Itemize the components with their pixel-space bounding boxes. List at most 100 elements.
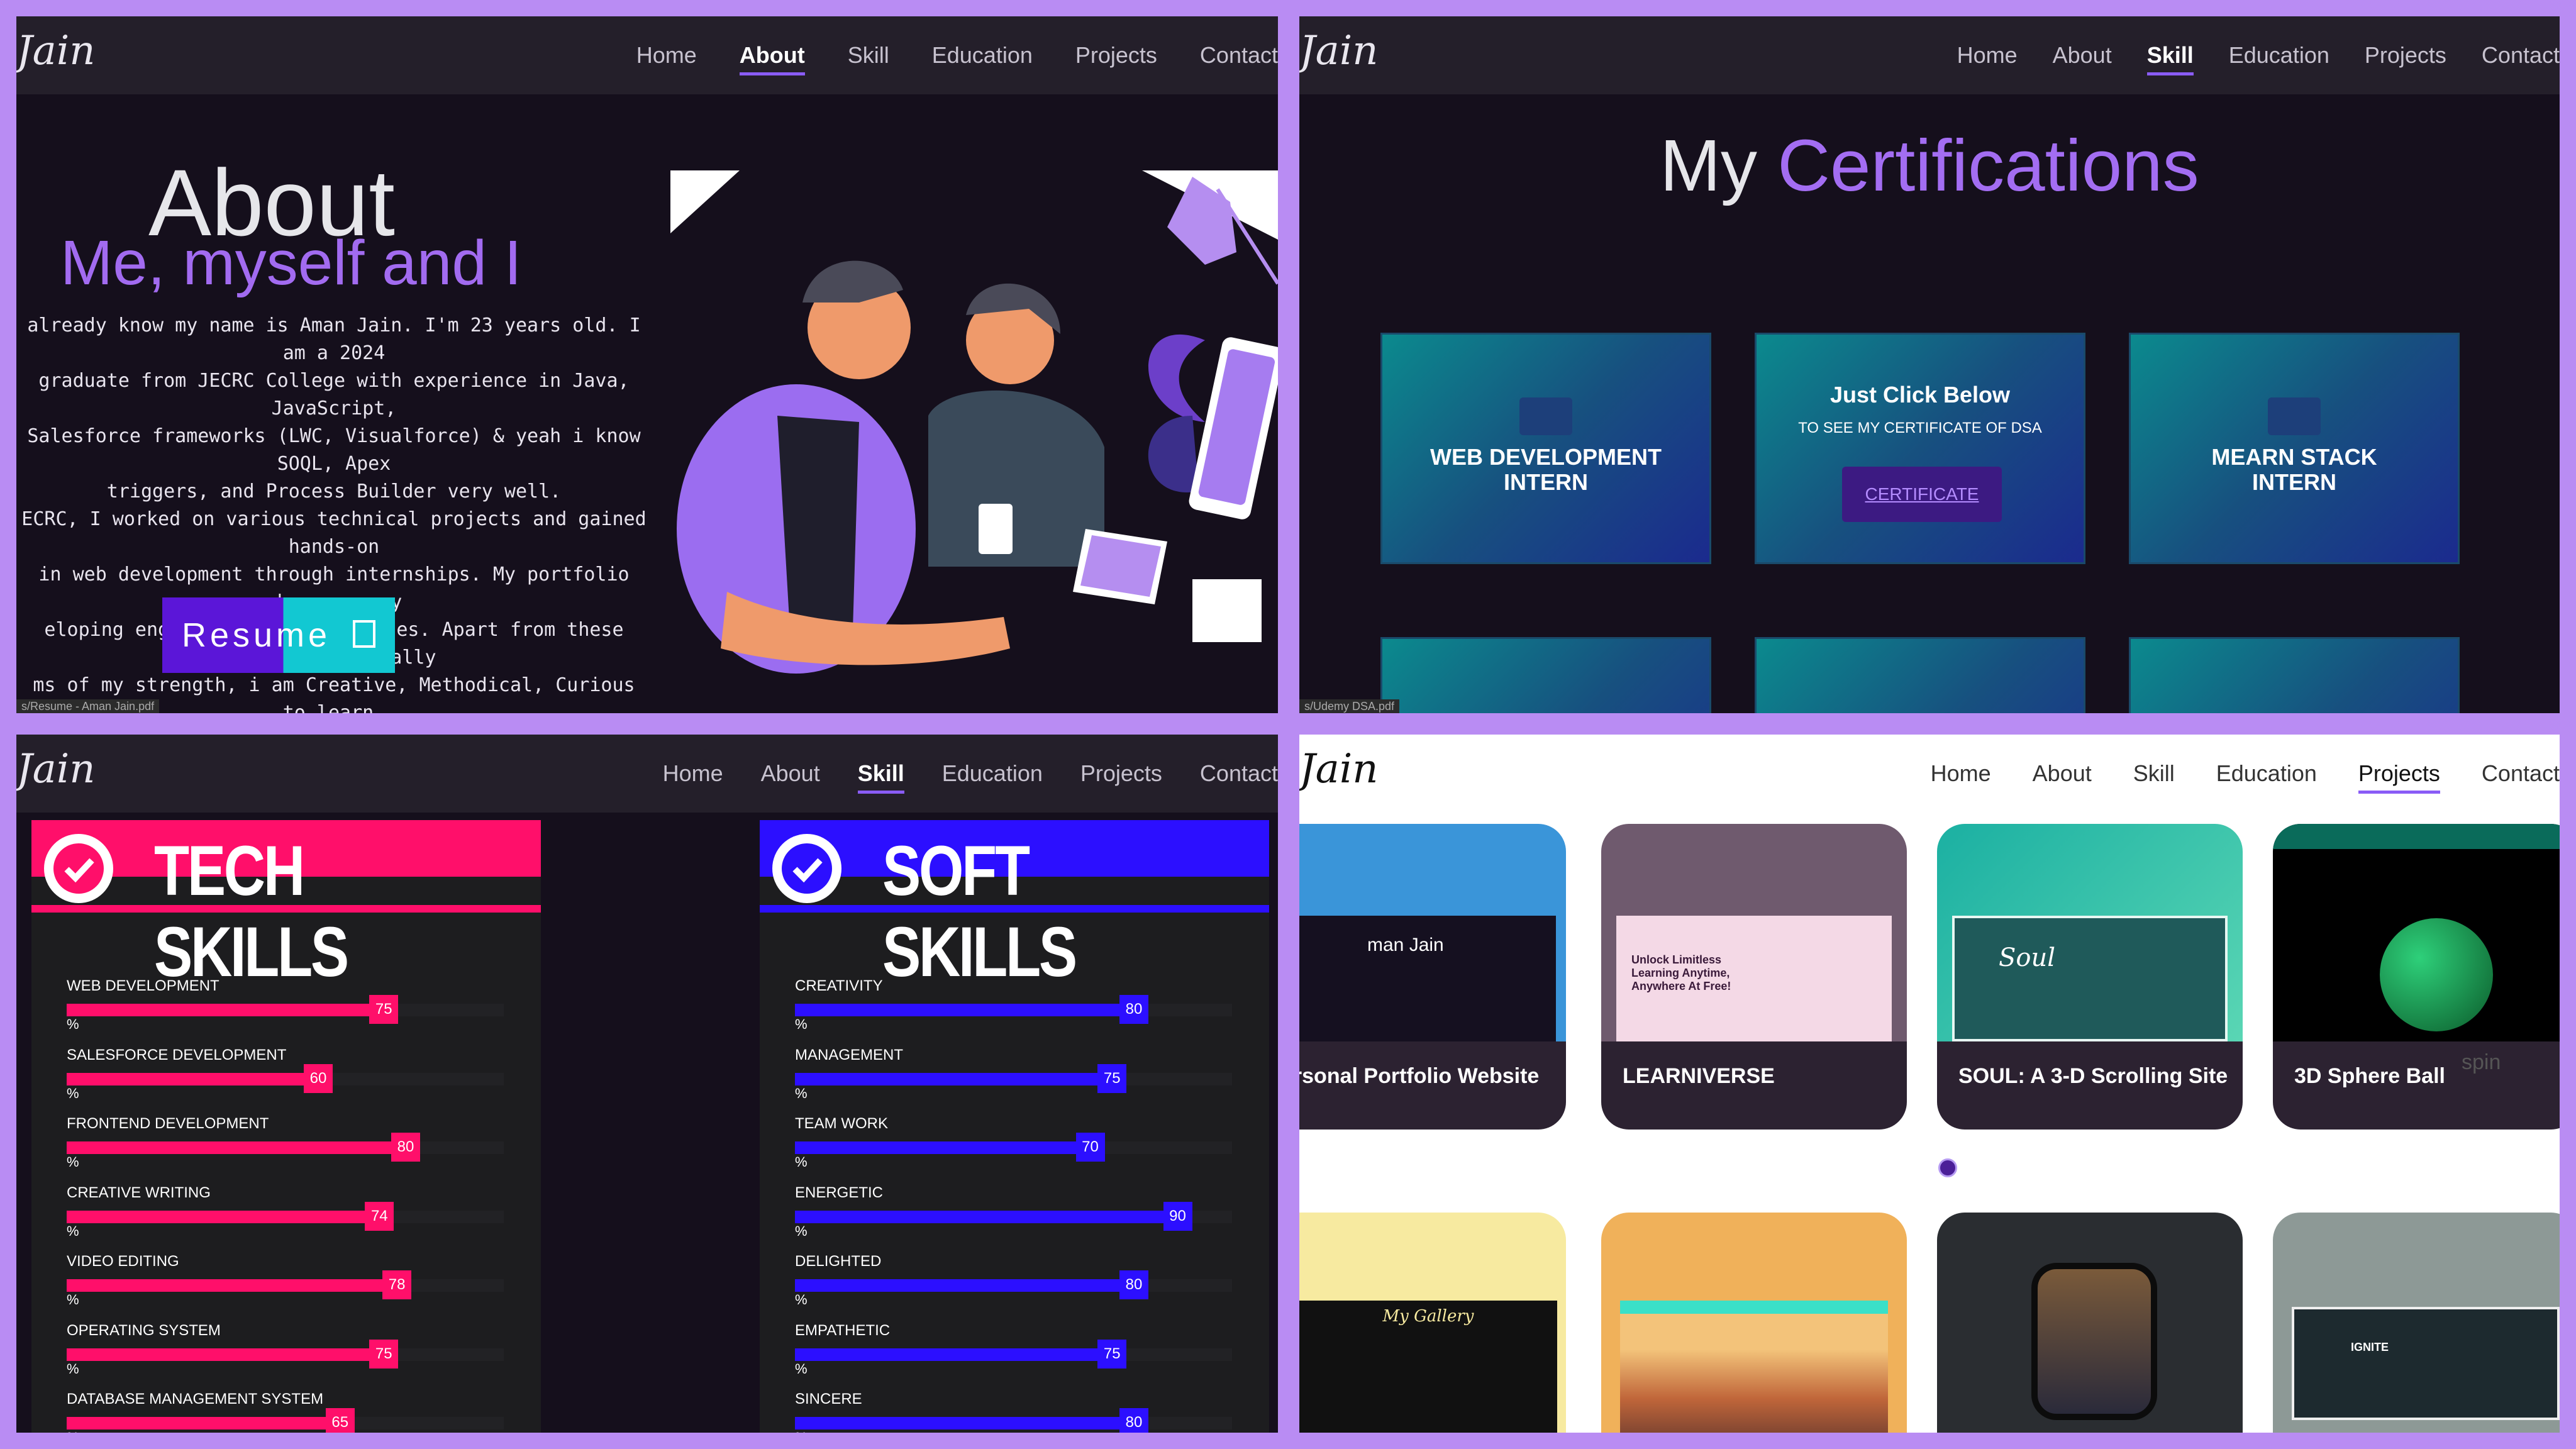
skill-label: OPERATING SYSTEM: [67, 1321, 221, 1339]
skill-label: SALESFORCE DEVELOPMENT: [67, 1046, 287, 1063]
nav-education[interactable]: Education: [932, 16, 1033, 94]
nav-contact[interactable]: Contact: [2482, 16, 2560, 94]
project-card-portfolio[interactable]: man Jain ersonal Portfolio Website: [1299, 824, 1566, 1130]
skill-row: MANAGEMENT 75%: [795, 1046, 1235, 1109]
nav-home[interactable]: Home: [1957, 16, 2018, 94]
skill-value-badge: 78: [382, 1270, 412, 1299]
project-card-watch[interactable]: [1937, 1213, 2243, 1433]
certificate-button[interactable]: CERTIFICATE: [1842, 467, 2002, 522]
logo[interactable]: Jain: [1299, 28, 1379, 74]
project-preview: [2273, 824, 2560, 1041]
nav-education[interactable]: Education: [2216, 735, 2317, 813]
plant-leaves: [1148, 334, 1205, 422]
nav-contact[interactable]: Contact: [1200, 16, 1278, 94]
nav-projects[interactable]: Projects: [1075, 16, 1157, 94]
about-screen: Jain Home About Skill Education Projects…: [16, 16, 1278, 713]
skill-value-badge: 65: [325, 1408, 355, 1433]
project-card-sphere[interactable]: 3D Sphere Ball spin: [2273, 824, 2560, 1130]
nav-skill[interactable]: Skill: [2133, 735, 2175, 813]
man-vest: [777, 416, 859, 630]
nav-skill[interactable]: Skill: [848, 16, 889, 94]
project-card-sunset[interactable]: [1601, 1213, 1907, 1433]
nav-menu: Home About Skill Education Projects Cont…: [1931, 735, 2560, 813]
project-card-soul[interactable]: Soul SOUL: A 3-D Scrolling Site: [1937, 824, 2243, 1130]
project-preview: Unlock Limitless Learning Anytime, Anywh…: [1601, 824, 1907, 1041]
skill-bar-fill: [795, 1348, 1098, 1361]
skill-label: VIDEO EDITING: [67, 1253, 179, 1270]
nav-projects[interactable]: Projects: [2358, 735, 2440, 813]
skill-label: FRONTEND DEVELOPMENT: [67, 1115, 269, 1132]
skill-row: SALESFORCE DEVELOPMENT 60%: [67, 1046, 507, 1109]
skill-bar-fill: [67, 1072, 304, 1085]
skill-value-badge: 90: [1163, 1201, 1192, 1231]
skill-bar-fill: [795, 1072, 1098, 1085]
project-card-ignite[interactable]: IGNITE: [2273, 1213, 2560, 1433]
nav-education[interactable]: Education: [2229, 16, 2329, 94]
soft-skills-panel: SOFT SKILLS CREATIVITY 80% MANAGEMENT 75% TE…: [760, 820, 1269, 1433]
nav-education[interactable]: Education: [942, 735, 1043, 813]
preview-screen: IGNITE: [2292, 1307, 2560, 1420]
percent-sign: %: [67, 1085, 79, 1101]
nav-projects[interactable]: Projects: [2365, 16, 2446, 94]
nav-about[interactable]: About: [2033, 735, 2092, 813]
skill-label: WEB DEVELOPMENT: [67, 977, 219, 994]
project-preview: man Jain: [1299, 824, 1566, 1041]
skill-label: EMPATHETIC: [795, 1321, 891, 1339]
skill-bar-fill: [795, 1141, 1076, 1154]
percent-sign: %: [795, 1016, 808, 1032]
percent-sign: %: [67, 1292, 79, 1307]
carousel-dot[interactable]: [1938, 1158, 1957, 1177]
cert-card-web-dev[interactable]: WEB DEVELOPMENT INTERN: [1382, 335, 1709, 562]
spin-label: spin: [2462, 1050, 2501, 1074]
nav-contact[interactable]: Contact: [2482, 735, 2560, 813]
cert-card-partial[interactable]: [1757, 639, 2084, 713]
nav-skill[interactable]: Skill: [857, 735, 904, 813]
logo[interactable]: Jain: [16, 746, 96, 792]
resume-button[interactable]: Resume: [162, 597, 395, 673]
nav-home[interactable]: Home: [663, 735, 723, 813]
pencil-cup-icon: [1192, 579, 1262, 642]
tech-skills-title: TECH SKILLS: [154, 831, 349, 991]
cert-card-mern[interactable]: MEARN STACK INTERN: [2131, 335, 2458, 562]
preview-screen: man Jain: [1299, 916, 1556, 1041]
nav-about[interactable]: About: [2053, 16, 2112, 94]
about-illustration: [670, 170, 1278, 674]
percent-sign: %: [795, 1430, 808, 1433]
nav-about[interactable]: About: [761, 735, 820, 813]
nav-skill[interactable]: Skill: [2146, 16, 2194, 94]
skill-row: SINCERE 80%: [795, 1391, 1235, 1433]
logo[interactable]: Jain: [1299, 746, 1379, 792]
preview-screen: Unlock Limitless Learning Anytime, Anywh…: [1616, 916, 1892, 1041]
skill-row: DATABASE MANAGEMENT SYSTEM65%: [67, 1391, 507, 1433]
nav-contact[interactable]: Contact: [1200, 735, 1278, 813]
pdf-icon: [353, 619, 376, 648]
skill-bar-fill: [795, 1417, 1119, 1430]
skill-label: SINCERE: [795, 1391, 862, 1407]
nav-home[interactable]: Home: [636, 16, 697, 94]
skill-label: DATABASE MANAGEMENT SYSTEM: [67, 1391, 324, 1407]
skill-value-badge: 74: [365, 1201, 394, 1231]
project-card-learniverse[interactable]: Unlock Limitless Learning Anytime, Anywh…: [1601, 824, 1907, 1130]
preview-screen: [1620, 1301, 1888, 1433]
soft-skills-title: SOFT SKILLS: [882, 831, 1077, 991]
skill-bar-fill: [795, 1004, 1119, 1016]
nav-about[interactable]: About: [739, 16, 805, 94]
project-card-gallery[interactable]: My Gallery: [1299, 1213, 1566, 1433]
logo[interactable]: Jain: [16, 28, 96, 74]
about-subtitle: Me, myself and I: [60, 228, 522, 298]
cert-card-dsa: Just Click Below TO SEE MY CERTIFICATE O…: [1757, 335, 2084, 562]
skill-value-badge: 80: [391, 1133, 420, 1162]
nav-home[interactable]: Home: [1931, 735, 1991, 813]
skill-value-badge: 70: [1075, 1133, 1105, 1162]
navbar: Jain Home About Skill Education Projects…: [1299, 735, 2560, 813]
skill-bar-fill: [67, 1417, 326, 1430]
cert-card-partial[interactable]: [1382, 639, 1709, 713]
percent-sign: %: [67, 1016, 79, 1032]
skill-value-badge: 80: [1119, 995, 1148, 1024]
screenshot-collage: Jain Home About Skill Education Projects…: [0, 0, 2576, 1449]
cert-card-partial[interactable]: [2131, 639, 2458, 713]
check-badge-icon: [44, 834, 113, 903]
percent-sign: %: [67, 1360, 79, 1377]
nav-projects[interactable]: Projects: [1080, 735, 1162, 813]
nav-menu: Home About Skill Education Projects Cont…: [663, 735, 1278, 813]
